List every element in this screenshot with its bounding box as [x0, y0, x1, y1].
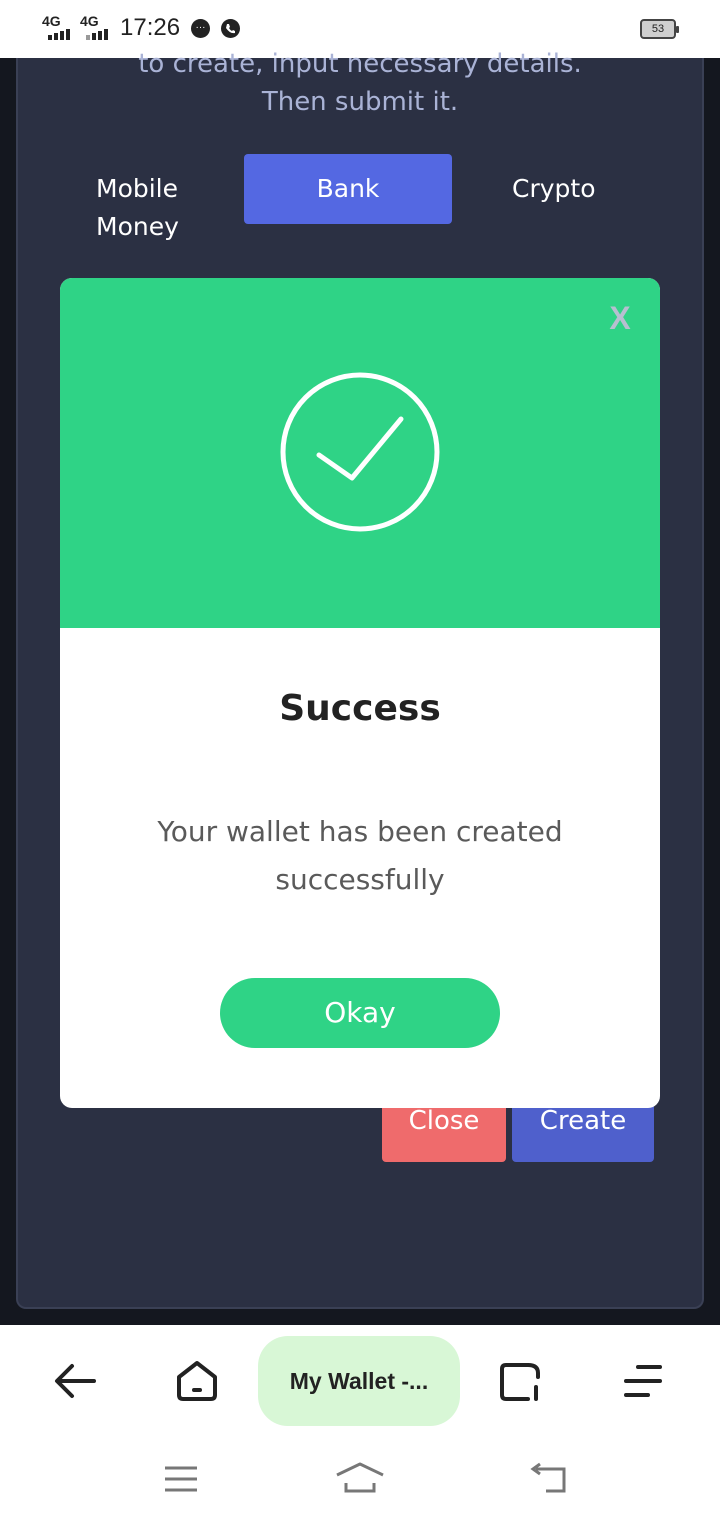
tab-bank[interactable]: Bank: [244, 154, 452, 224]
current-tab-pill[interactable]: My Wallet -...: [258, 1336, 460, 1426]
modal-message: Your wallet has been created successfull…: [157, 815, 563, 896]
browser-toolbar: My Wallet -...: [0, 1325, 720, 1520]
battery-icon: 53: [640, 19, 679, 39]
back-arrow-icon[interactable]: [52, 1361, 98, 1401]
signal-1: 4G: [42, 14, 61, 28]
modal-title: Success: [279, 688, 441, 729]
network-type-1: 4G: [42, 13, 61, 29]
signal-bars-2-icon: [86, 28, 112, 40]
checkmark-circle-icon: [280, 372, 440, 532]
tab-mobile-money[interactable]: Mobile Money: [96, 170, 236, 246]
clock: 17:26: [120, 14, 181, 41]
modal-close-button[interactable]: X: [608, 298, 632, 338]
network-type-2: 4G: [80, 13, 99, 29]
recent-apps-icon[interactable]: [162, 1465, 200, 1493]
success-modal: X Success Your wallet has been created s…: [60, 278, 660, 1108]
tab-mobile-money-line1: Mobile: [96, 174, 179, 203]
tab-mobile-money-line2: Money: [96, 212, 179, 241]
battery-level: 53: [651, 23, 665, 35]
okay-button[interactable]: Okay: [220, 978, 500, 1048]
phone-notification-icon: [221, 19, 240, 38]
message-notification-icon: ···: [191, 19, 210, 38]
menu-icon[interactable]: [622, 1363, 664, 1399]
signal-2: 4G: [80, 14, 99, 28]
tab-crypto[interactable]: Crypto: [512, 170, 596, 208]
instruction-line-1: to create, input necessary details.: [138, 49, 582, 79]
system-home-icon[interactable]: [334, 1461, 386, 1495]
instruction-line-2: Then submit it.: [261, 87, 459, 117]
current-tab-title: My Wallet -...: [289, 1368, 429, 1394]
home-icon[interactable]: [175, 1359, 219, 1403]
modal-header: X: [60, 278, 660, 628]
system-back-icon[interactable]: [528, 1461, 570, 1495]
signal-bars-1-icon: [48, 28, 74, 40]
tabs-switcher-icon[interactable]: [498, 1361, 542, 1403]
